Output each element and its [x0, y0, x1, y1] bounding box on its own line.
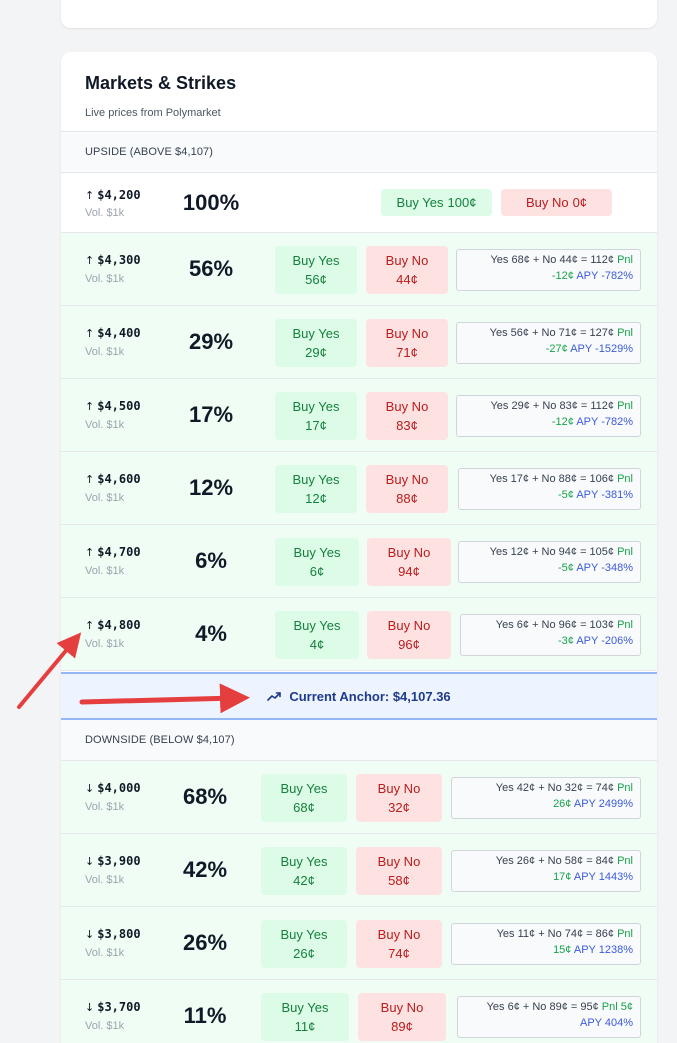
downside-section-header: DOWNSIDE (BELOW $4,107) [61, 720, 657, 761]
markets-strikes-card: Markets & Strikes Live prices from Polym… [61, 52, 657, 1043]
arbitrage-calc: Yes 68¢ + No 44¢ = 112¢ Pnl -12¢ APY -78… [456, 249, 641, 291]
volume-label: Vol. $1k [85, 207, 125, 219]
probability: 6% [195, 548, 227, 573]
buy-yes-button[interactable]: Buy Yes 100¢ [381, 189, 492, 216]
strike-price: ↑ $4,300 [85, 253, 141, 267]
buy-no-button[interactable]: Buy No 74¢ [356, 920, 442, 968]
strike-row-3700: ↓ $3,700 Vol. $1k 11% Buy Yes 11¢ Buy No 89… [61, 980, 657, 1043]
probability: 42% [182, 857, 228, 882]
card-subtitle: Live prices from Polymarket [85, 107, 221, 119]
buy-no-button[interactable]: Buy No 88¢ [366, 465, 448, 513]
buy-yes-button[interactable]: Buy Yes 29¢ [275, 319, 357, 367]
buy-no-button[interactable]: Buy No 58¢ [356, 847, 442, 895]
probability: 17% [188, 402, 234, 427]
upside-section-header: UPSIDE (ABOVE $4,107) [61, 132, 657, 173]
arbitrage-calc: Yes 6¢ + No 96¢ = 103¢ Pnl -3¢ APY -206% [460, 614, 641, 656]
volume-label: Vol. $1k [85, 492, 125, 504]
strike-row-4300: ↑ $4,300 Vol. $1k 56% Buy Yes 56¢ Buy No 44… [61, 233, 657, 306]
downside-section: DOWNSIDE (BELOW $4,107) ↓ $4,000 Vol. $1k… [61, 720, 657, 1043]
probability: 11% [183, 1003, 227, 1028]
strike-price: ↑ $4,500 [85, 399, 141, 413]
strike-price: ↓ $4,000 [85, 781, 141, 795]
arbitrage-calc: Yes 42¢ + No 32¢ = 74¢ Pnl 26¢ APY 2499% [451, 777, 641, 819]
strike-price: ↓ $3,800 [85, 927, 141, 941]
strike-price: ↓ $3,900 [85, 854, 141, 868]
strike-row-4600: ↑ $4,600 Vol. $1k 12% Buy Yes 12¢ Buy No 88… [61, 452, 657, 525]
strike-price: ↑ $4,200 [85, 188, 141, 202]
buy-yes-button[interactable]: Buy Yes 17¢ [275, 392, 357, 440]
buy-yes-button[interactable]: Buy Yes 4¢ [275, 611, 359, 659]
strike-row-3800: ↓ $3,800 Vol. $1k 26% Buy Yes 26¢ Buy No 74… [61, 907, 657, 980]
buy-yes-button[interactable]: Buy Yes 26¢ [261, 920, 347, 968]
volume-label: Vol. $1k [85, 565, 125, 577]
volume-label: Vol. $1k [85, 638, 125, 650]
buy-yes-button[interactable]: Buy Yes 11¢ [261, 993, 349, 1041]
down-arrow-icon: ↓ [85, 855, 95, 868]
buy-no-button[interactable]: Buy No 0¢ [501, 189, 612, 216]
strike-price: ↑ $4,400 [85, 326, 141, 340]
buy-yes-button[interactable]: Buy Yes 12¢ [275, 465, 357, 513]
strike-row-4200: ↑ $4,200 Vol. $1k 100% Buy Yes 100¢ Buy No… [61, 173, 657, 233]
up-arrow-icon: ↑ [85, 619, 95, 632]
down-arrow-icon: ↓ [85, 1001, 95, 1014]
up-arrow-icon: ↑ [85, 254, 95, 267]
card-header: Markets & Strikes Live prices from Polym… [61, 52, 657, 132]
strike-price: ↓ $3,700 [85, 1000, 141, 1014]
arbitrage-calc: Yes 17¢ + No 88¢ = 106¢ Pnl -5¢ APY -381… [458, 468, 641, 510]
arbitrage-calc: Yes 11¢ + No 74¢ = 86¢ Pnl 15¢ APY 1238% [451, 923, 641, 965]
down-arrow-icon: ↓ [85, 782, 95, 795]
strike-row-4400: ↑ $4,400 Vol. $1k 29% Buy Yes 29¢ Buy No 71… [61, 306, 657, 379]
probability: 4% [195, 621, 227, 646]
buy-no-button[interactable]: Buy No 71¢ [366, 319, 448, 367]
strike-price: ↑ $4,700 [85, 545, 141, 559]
card-title: Markets & Strikes [85, 73, 237, 93]
previous-card-fragment [61, 0, 657, 28]
up-arrow-icon: ↑ [85, 473, 95, 486]
arbitrage-calc: Yes 29¢ + No 83¢ = 112¢ Pnl -12¢ APY -78… [456, 395, 641, 437]
buy-no-button[interactable]: Buy No 94¢ [367, 538, 451, 586]
volume-label: Vol. $1k [85, 874, 125, 886]
current-anchor-label: Current Anchor: $4,107.36 [289, 688, 451, 704]
buy-yes-button[interactable]: Buy Yes 42¢ [261, 847, 347, 895]
arbitrage-calc: Yes 56¢ + No 71¢ = 127¢ Pnl -27¢ APY -15… [456, 322, 641, 364]
strike-row-4800: ↑ $4,800 Vol. $1k 4% Buy Yes 4¢ Buy No 96¢ … [61, 598, 657, 671]
probability: 100% [182, 189, 240, 215]
up-arrow-icon: ↑ [85, 327, 95, 340]
arbitrage-calc: Yes 6¢ + No 89¢ = 95¢ Pnl 5¢ APY 404% [457, 996, 641, 1038]
volume-label: Vol. $1k [85, 419, 125, 431]
down-arrow-icon: ↓ [85, 928, 95, 941]
strike-price: ↑ $4,800 [85, 618, 141, 632]
strike-row-4500: ↑ $4,500 Vol. $1k 17% Buy Yes 17¢ Buy No 83… [61, 379, 657, 452]
arbitrage-calc: Yes 26¢ + No 58¢ = 84¢ Pnl 17¢ APY 1443% [451, 850, 641, 892]
volume-label: Vol. $1k [85, 346, 125, 358]
volume-label: Vol. $1k [85, 1020, 125, 1032]
probability: 56% [188, 256, 234, 281]
strike-row-4000: ↓ $4,000 Vol. $1k 68% Buy Yes 68¢ Buy No 32… [61, 761, 657, 834]
probability: 26% [182, 930, 228, 955]
trending-up-icon [267, 692, 282, 701]
strike-price: ↑ $4,600 [85, 472, 141, 486]
probability: 12% [188, 475, 234, 500]
buy-yes-button[interactable]: Buy Yes 6¢ [275, 538, 359, 586]
volume-label: Vol. $1k [85, 947, 125, 959]
current-anchor-bar: Current Anchor: $4,107.36 [61, 672, 657, 720]
buy-no-button[interactable]: Buy No 44¢ [366, 246, 448, 294]
volume-label: Vol. $1k [85, 273, 125, 285]
strike-row-4700: ↑ $4,700 Vol. $1k 6% Buy Yes 6¢ Buy No 94¢ … [61, 525, 657, 598]
buy-yes-button[interactable]: Buy Yes 68¢ [261, 774, 347, 822]
probability: 29% [188, 329, 234, 354]
strike-row-3900: ↓ $3,900 Vol. $1k 42% Buy Yes 42¢ Buy No 58… [61, 834, 657, 907]
arbitrage-calc: Yes 12¢ + No 94¢ = 105¢ Pnl -5¢ APY -348… [458, 541, 641, 583]
probability: 68% [182, 784, 228, 809]
volume-label: Vol. $1k [85, 801, 125, 813]
up-arrow-icon: ↑ [85, 546, 95, 559]
buy-no-button[interactable]: Buy No 96¢ [367, 611, 451, 659]
up-arrow-icon: ↑ [85, 400, 95, 413]
buy-no-button[interactable]: Buy No 89¢ [358, 993, 446, 1041]
buy-yes-button[interactable]: Buy Yes 56¢ [275, 246, 357, 294]
buy-no-button[interactable]: Buy No 83¢ [366, 392, 448, 440]
up-arrow-icon: ↑ [85, 189, 95, 202]
buy-no-button[interactable]: Buy No 32¢ [356, 774, 442, 822]
